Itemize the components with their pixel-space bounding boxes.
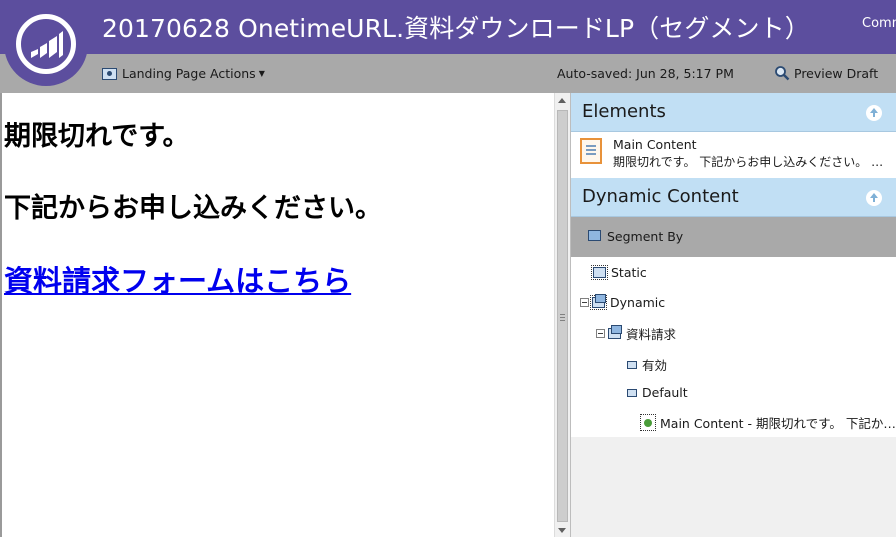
preview-draft-label: Preview Draft bbox=[794, 65, 879, 81]
collapse-minus-icon[interactable] bbox=[596, 329, 605, 338]
side-panel: Elements Main Content 期限切れです。 下記からお申し込みく… bbox=[570, 93, 896, 537]
logo-icon bbox=[16, 14, 76, 74]
dynamic-content-tree: Static Dynamic 資料請求 有効 Default Main Cont… bbox=[571, 257, 896, 437]
apply-heading: 下記からお申し込みください。 bbox=[4, 193, 382, 224]
collapse-up-icon[interactable] bbox=[866, 105, 882, 121]
content-block-icon bbox=[591, 265, 608, 280]
element-subtitle: 期限切れです。 下記からお申し込みください。 … bbox=[613, 155, 884, 169]
landing-page-actions-menu[interactable]: Landing Page Actions ▼ bbox=[102, 66, 265, 81]
collapse-minus-icon[interactable] bbox=[580, 298, 589, 307]
tree-node-segment-valid[interactable]: 有効 bbox=[627, 355, 667, 374]
tree-node-label: 資料請求 bbox=[626, 327, 677, 342]
dynamic-content-title: Dynamic Content bbox=[582, 186, 739, 207]
segment-item-icon bbox=[627, 388, 637, 397]
elements-section-header[interactable]: Elements bbox=[571, 93, 896, 132]
marketo-logo[interactable] bbox=[4, 2, 88, 86]
canvas-scrollbar[interactable] bbox=[554, 93, 570, 537]
tree-node-label: Default bbox=[642, 385, 688, 400]
tree-node-label: 有効 bbox=[642, 358, 668, 373]
tree-node-label: Static bbox=[611, 265, 647, 280]
segment-item-icon bbox=[627, 360, 637, 369]
header-right-link[interactable]: Comm bbox=[862, 16, 896, 31]
tree-node-segment-default[interactable]: Default bbox=[627, 385, 688, 400]
tree-node-label: Main Content - 期限切れです。 下記か… bbox=[660, 416, 896, 431]
collapse-up-icon[interactable] bbox=[866, 190, 882, 206]
caret-down-icon: ▼ bbox=[258, 69, 265, 78]
check-approved-icon bbox=[640, 414, 656, 431]
preview-draft-button[interactable]: Preview Draft bbox=[774, 65, 878, 81]
element-main-content[interactable]: Main Content 期限切れです。 下記からお申し込みください。 … bbox=[571, 132, 896, 178]
page-title: 20170628 OnetimeURL.資料ダウンロードLP（セグメント） bbox=[102, 14, 810, 43]
scroll-thumb[interactable] bbox=[557, 110, 568, 522]
grip-icon bbox=[560, 314, 565, 321]
app-header: 20170628 OnetimeURL.資料ダウンロードLP（セグメント） Co… bbox=[0, 0, 896, 54]
tree-node-label: Dynamic bbox=[610, 295, 666, 310]
tree-node-segmentation[interactable]: 資料請求 bbox=[596, 324, 676, 343]
request-form-link[interactable]: 資料請求フォームはこちら bbox=[4, 264, 351, 298]
segment-by-label: Segment By bbox=[607, 229, 684, 244]
segmentation-icon bbox=[608, 325, 622, 339]
dynamic-content-section-header[interactable]: Dynamic Content bbox=[571, 178, 896, 217]
document-icon bbox=[580, 138, 602, 164]
expired-heading: 期限切れです。 bbox=[4, 121, 190, 152]
tree-node-dynamic[interactable]: Dynamic bbox=[580, 294, 666, 310]
scroll-up-arrow-icon[interactable] bbox=[558, 98, 566, 103]
autosave-status: Auto-saved: Jun 28, 5:17 PM bbox=[557, 66, 734, 81]
element-title: Main Content bbox=[613, 137, 697, 152]
scroll-down-arrow-icon[interactable] bbox=[558, 528, 566, 533]
elements-title: Elements bbox=[582, 101, 666, 122]
segment-by-button[interactable]: Segment By bbox=[571, 217, 896, 257]
segment-icon bbox=[585, 227, 601, 241]
tree-node-main-content[interactable]: Main Content - 期限切れです。 下記か… bbox=[640, 413, 896, 432]
landing-page-icon bbox=[102, 67, 117, 80]
landing-page-canvas[interactable]: 期限切れです。 下記からお申し込みください。 資料請求フォームはこちら bbox=[0, 93, 554, 537]
landing-page-actions-label: Landing Page Actions bbox=[122, 66, 256, 81]
dynamic-block-icon bbox=[590, 294, 607, 310]
tree-node-static[interactable]: Static bbox=[591, 265, 647, 280]
toolbar: Landing Page Actions ▼ Auto-saved: Jun 2… bbox=[0, 54, 896, 93]
magnifier-icon bbox=[775, 66, 790, 81]
